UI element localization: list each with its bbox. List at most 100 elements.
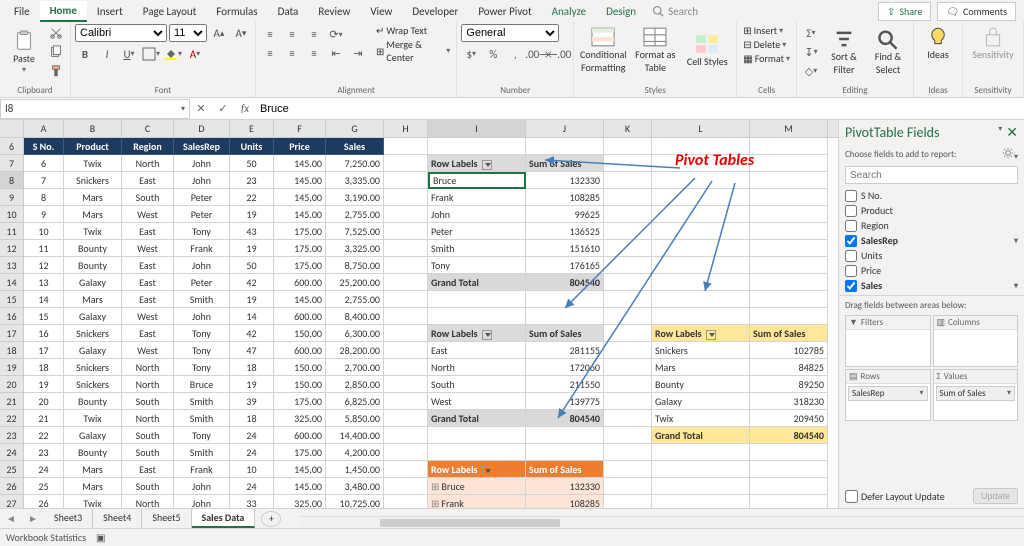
insert-cells-button[interactable]: ⊞Insert▾ (741, 24, 792, 37)
field-price[interactable]: Price (845, 263, 1018, 278)
increase-indent-button[interactable]: ⇥ (348, 45, 368, 63)
pane-dropdown-icon[interactable]: ▾ (998, 124, 1002, 141)
ribbon-search[interactable]: Search (652, 5, 698, 18)
tab-analyze[interactable]: Analyze (542, 2, 596, 21)
area-rows[interactable]: ▤RowsSalesRep▾ (845, 369, 931, 421)
number-format-select[interactable]: General (461, 24, 559, 42)
font-size-select[interactable]: 11 (169, 24, 207, 42)
sheet-tab-sales-data[interactable]: Sales Data (192, 509, 256, 528)
conditional-formatting-button[interactable]: Conditional Formatting (578, 24, 628, 76)
name-box[interactable]: I8▾ (0, 99, 190, 119)
cell-styles-button[interactable]: Cell Styles (682, 31, 732, 70)
delete-cells-button[interactable]: ⊟Delete▾ (741, 38, 792, 51)
field-sales[interactable]: Sales▾ (845, 278, 1018, 293)
italic-button[interactable]: I (97, 45, 117, 63)
decrease-decimal-button[interactable]: ←.00 (549, 45, 569, 63)
tab-insert[interactable]: Insert (87, 2, 133, 21)
sort-filter-button[interactable]: Sort & Filter (823, 26, 865, 78)
field-salesrep[interactable]: SalesRep▾ (845, 233, 1018, 248)
tab-page-layout[interactable]: Page Layout (133, 2, 207, 21)
tab-power-pivot[interactable]: Power Pivot (468, 2, 541, 21)
tab-file[interactable]: File (4, 2, 40, 21)
tab-home[interactable]: Home (40, 1, 87, 22)
col-header-H[interactable]: H (384, 120, 428, 137)
sheet-tab-sheet3[interactable]: Sheet3 (44, 509, 93, 528)
col-header-F[interactable]: F (274, 120, 326, 137)
sheet-nav-prev[interactable]: ◄ (0, 512, 22, 525)
worksheet[interactable]: ABCDEFGHIJKLM 6S No.ProductRegionSalesRe… (0, 120, 838, 508)
add-sheet-button[interactable]: + (261, 511, 281, 527)
font-color-button[interactable]: A▾ (185, 45, 205, 63)
comma-format-button[interactable]: , (505, 45, 525, 63)
format-painter-button[interactable] (46, 62, 66, 80)
enter-formula-button[interactable]: ✓ (212, 102, 234, 115)
align-top-button[interactable]: ≡ (260, 26, 280, 44)
underline-button[interactable]: U▾ (119, 45, 139, 63)
format-as-table-button[interactable]: Format as Table (630, 24, 680, 76)
cut-button[interactable] (46, 24, 66, 42)
tab-review[interactable]: Review (308, 2, 360, 21)
field-product[interactable]: Product (845, 203, 1018, 218)
formula-input[interactable] (256, 100, 1024, 118)
pane-settings-button[interactable]: ▾ (1002, 147, 1018, 162)
align-middle-button[interactable]: ≡ (282, 26, 302, 44)
decrease-font-button[interactable]: A▾ (231, 24, 251, 42)
align-center-button[interactable]: ≡ (282, 45, 302, 63)
tab-data[interactable]: Data (268, 2, 309, 21)
value-field-item[interactable]: Sum of Sales▾ (936, 386, 1016, 401)
increase-decimal-button[interactable]: .00→ (527, 45, 547, 63)
autosum-button[interactable]: Σ▾ (801, 24, 821, 42)
increase-font-button[interactable]: A▴ (209, 24, 229, 42)
percent-format-button[interactable]: % (483, 45, 503, 63)
decrease-indent-button[interactable]: ⇤ (326, 45, 346, 63)
sheet-tab-sheet5[interactable]: Sheet5 (142, 509, 191, 528)
align-left-button[interactable]: ≡ (260, 45, 280, 63)
col-header-E[interactable]: E (230, 120, 274, 137)
merge-center-button[interactable]: ⊞Merge & Center▾ (374, 38, 452, 64)
fill-button[interactable]: ↧▾ (801, 43, 821, 61)
ideas-button[interactable]: Ideas (918, 24, 958, 63)
sensitivity-button[interactable]: Sensitivity (967, 24, 1019, 63)
area-filters[interactable]: ▼Filters (845, 315, 931, 367)
align-right-button[interactable]: ≡ (304, 45, 324, 63)
tab-design[interactable]: Design (596, 2, 646, 21)
pane-close-button[interactable]: ✕ (1006, 124, 1018, 141)
area-columns[interactable]: ▥Columns (933, 315, 1019, 367)
cancel-formula-button[interactable]: ✕ (190, 102, 212, 115)
clear-button[interactable]: ◇▾ (801, 62, 821, 80)
tab-formulas[interactable]: Formulas (206, 2, 267, 21)
share-button[interactable]: ⇪Share (878, 2, 931, 21)
macro-record-icon[interactable]: ▣ (96, 531, 105, 544)
field-units[interactable]: Units (845, 248, 1018, 263)
col-header-K[interactable]: K (604, 120, 652, 137)
sheet-nav-next[interactable]: ► (22, 512, 44, 525)
paste-button[interactable]: Paste▾ (4, 28, 44, 77)
col-header-C[interactable]: C (122, 120, 174, 137)
col-header-I[interactable]: I (428, 120, 526, 137)
border-button[interactable]: ▾ (141, 45, 161, 63)
accounting-format-button[interactable]: $▾ (461, 45, 481, 63)
sheet-grid[interactable]: 6S No.ProductRegionSalesRepUnitsPriceSal… (0, 138, 838, 508)
fill-color-button[interactable]: ▾ (163, 45, 183, 63)
col-header-A[interactable]: A (24, 120, 64, 137)
horizontal-scrollbar[interactable] (300, 516, 1024, 528)
bold-button[interactable]: B (75, 45, 95, 63)
find-select-button[interactable]: Find & Select (867, 26, 909, 78)
col-header-L[interactable]: L (652, 120, 750, 137)
copy-button[interactable] (46, 43, 66, 61)
field-region[interactable]: Region (845, 218, 1018, 233)
update-button[interactable]: Update (973, 488, 1018, 504)
sheet-tab-sheet4[interactable]: Sheet4 (93, 509, 142, 528)
tab-developer[interactable]: Developer (402, 2, 468, 21)
workbook-statistics[interactable]: Workbook Statistics (6, 531, 86, 544)
col-header-J[interactable]: J (526, 120, 604, 137)
col-header-M[interactable]: M (750, 120, 828, 137)
format-cells-button[interactable]: ▦Format▾ (741, 52, 792, 65)
area-values[interactable]: ΣValuesSum of Sales▾ (933, 369, 1019, 421)
row-field-item[interactable]: SalesRep▾ (848, 386, 928, 401)
fields-search-input[interactable] (845, 166, 1018, 184)
comments-button[interactable]: 🗨Comments (937, 2, 1016, 21)
font-name-select[interactable]: Calibri (75, 24, 167, 42)
defer-update-checkbox[interactable]: Defer Layout Update (845, 490, 945, 503)
col-header-D[interactable]: D (174, 120, 230, 137)
